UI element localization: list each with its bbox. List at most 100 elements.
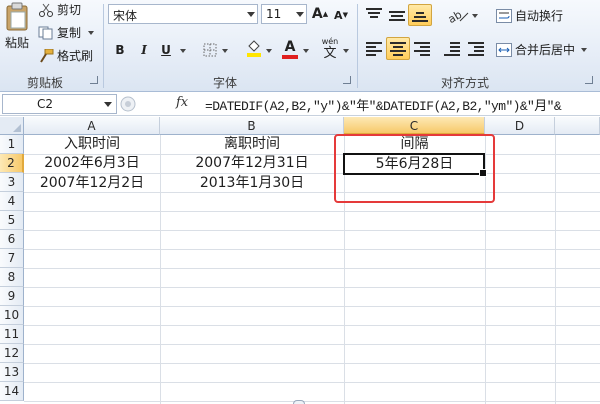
row-header-10[interactable]: 10 [0, 306, 24, 325]
paste-button[interactable]: 粘贴 [2, 2, 32, 68]
row-header-7[interactable]: 7 [0, 249, 24, 268]
font-launcher-icon[interactable] [343, 76, 351, 84]
formula-bar-resize-handle[interactable] [120, 96, 160, 112]
align-center-button[interactable] [386, 37, 410, 60]
gridline [24, 382, 600, 383]
align-left-icon[interactable] [366, 42, 382, 56]
chevron-down-icon[interactable] [104, 102, 112, 107]
row-header-3[interactable]: 3 [0, 173, 24, 192]
grow-font-icon: A [311, 6, 323, 22]
alignment-launcher-icon[interactable] [585, 76, 593, 84]
cell-b1[interactable]: 离职时间 [160, 135, 344, 154]
cell-a3[interactable]: 2007年12月2日 [24, 174, 160, 193]
fill-color-button[interactable] [244, 38, 264, 58]
column-header-b[interactable]: B [160, 117, 344, 135]
formula-input[interactable]: =DATEDIF(A2,B2,"y")&"年"&DATEDIF(A2,B2,"y… [205, 95, 562, 114]
bold-icon: B [115, 43, 125, 57]
highlight-annotation-box [334, 134, 495, 203]
column-header-d[interactable]: D [485, 117, 555, 135]
format-painter-button[interactable]: 格式刷 [38, 47, 93, 64]
align-right-icon[interactable] [414, 42, 430, 56]
cell-b2[interactable]: 2007年12月31日 [160, 154, 344, 173]
wrap-text-button[interactable]: 自动换行 [496, 7, 563, 24]
row-header-14[interactable]: 14 [0, 382, 24, 401]
merge-center-button[interactable]: 合并后居中 [496, 41, 588, 58]
chevron-down-icon[interactable] [266, 49, 272, 53]
row-header-8[interactable]: 8 [0, 268, 24, 287]
gridline [24, 363, 600, 364]
font-color-swatch [282, 55, 298, 59]
underline-icon: U [161, 43, 171, 57]
select-all-button[interactable] [0, 117, 24, 135]
column-header-a[interactable]: A [24, 117, 160, 135]
formula-bar: C2 fx =DATEDIF(A2,B2,"y")&"年"&DATEDIF(A2… [0, 92, 600, 116]
scroll-indicator[interactable] [293, 400, 305, 404]
name-box[interactable]: C2 [2, 94, 117, 114]
gridline [24, 287, 600, 288]
cell-b3[interactable]: 2013年1月30日 [160, 174, 344, 193]
cut-button[interactable]: 剪切 [38, 1, 81, 18]
gridline [24, 325, 600, 326]
underline-button[interactable]: U [156, 40, 176, 60]
row-header-13[interactable]: 13 [0, 363, 24, 382]
chevron-down-icon[interactable] [581, 47, 588, 52]
increase-indent-icon[interactable] [468, 42, 484, 56]
copy-icon [38, 26, 54, 40]
grow-font-button[interactable]: A ▲ [310, 4, 330, 24]
italic-button[interactable]: I [134, 40, 154, 60]
clipboard-icon [4, 2, 30, 32]
svg-text:ab: ab [446, 8, 464, 25]
row-header-6[interactable]: 6 [0, 230, 24, 249]
row-header-9[interactable]: 9 [0, 287, 24, 306]
chevron-down-icon[interactable] [180, 49, 186, 53]
chevron-down-icon [296, 12, 304, 17]
chevron-down-icon[interactable] [303, 49, 309, 53]
clipboard-group-label: 剪贴板 [26, 76, 63, 90]
align-top-icon[interactable] [366, 8, 382, 22]
phonetic-button[interactable]: wén 文 [320, 36, 340, 62]
align-middle-icon[interactable] [389, 8, 405, 22]
row-header-12[interactable]: 12 [0, 344, 24, 363]
phonetic-icon: 文 [323, 46, 337, 61]
copy-button[interactable]: 复制 [38, 24, 95, 41]
cut-label: 剪切 [57, 3, 82, 17]
row-header-11[interactable]: 11 [0, 325, 24, 344]
font-size-combo[interactable]: 11 [261, 4, 307, 24]
font-color-button[interactable]: A [280, 37, 300, 61]
copy-label: 复制 [57, 26, 82, 40]
phonetic-wen-label: wén [321, 37, 339, 46]
row-header-5[interactable]: 5 [0, 211, 24, 230]
orientation-button[interactable]: ab [446, 7, 470, 26]
gridline [24, 230, 600, 231]
clipboard-launcher-icon[interactable] [90, 76, 98, 84]
format-painter-label: 格式刷 [57, 49, 94, 63]
row-header-2[interactable]: 2 [0, 154, 24, 173]
insert-function-icon[interactable]: fx [176, 95, 188, 110]
align-bottom-button[interactable] [408, 4, 432, 26]
borders-button[interactable] [200, 40, 220, 60]
chevron-down-icon[interactable] [222, 49, 228, 53]
row-header-4[interactable]: 4 [0, 192, 24, 211]
chevron-down-icon[interactable] [472, 14, 478, 18]
bold-button[interactable]: B [110, 40, 130, 60]
shrink-font-icon: A [334, 8, 343, 22]
chevron-down-icon [247, 12, 255, 17]
cell-a1[interactable]: 入职时间 [24, 135, 160, 154]
chevron-down-icon[interactable] [343, 49, 349, 53]
decrease-indent-icon[interactable] [444, 42, 460, 56]
column-header-c[interactable]: C [344, 117, 485, 135]
merge-center-label: 合并后居中 [515, 43, 576, 57]
name-box-value: C2 [37, 97, 54, 111]
row-header-1[interactable]: 1 [0, 135, 24, 154]
font-name-combo[interactable]: 宋体 [108, 4, 258, 24]
gridline [24, 268, 600, 269]
shrink-font-button[interactable]: A ▼ [331, 5, 351, 25]
font-group-label: 字体 [212, 76, 237, 90]
column-header-empty[interactable] [555, 117, 600, 135]
chevron-down-icon[interactable] [88, 30, 95, 35]
scissors-icon [38, 3, 54, 17]
cell-a2[interactable]: 2002年6月3日 [24, 154, 160, 173]
paint-bucket-icon [246, 39, 262, 57]
merge-cells-icon [496, 42, 512, 57]
font-size-value: 11 [266, 7, 282, 21]
